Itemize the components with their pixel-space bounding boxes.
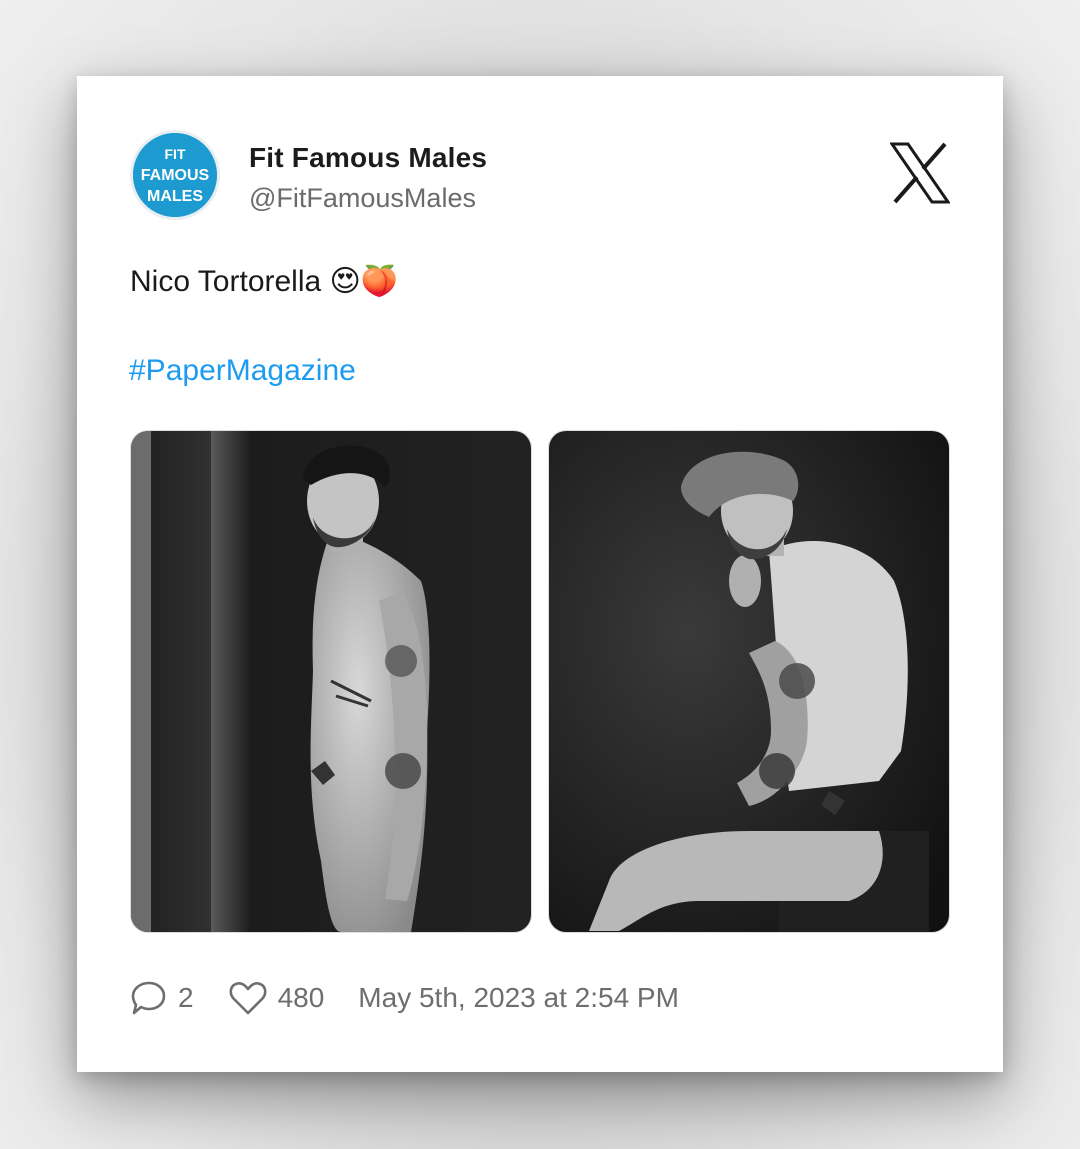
tweet-photo-2[interactable] xyxy=(548,430,950,933)
avatar-line-2: FAMOUS xyxy=(141,167,210,184)
reply-count: 2 xyxy=(178,982,194,1013)
tweet-footer: 2 480 May 5th, 2023 at 2:54 PM xyxy=(130,976,679,1020)
hashtag-link[interactable]: #PaperMagazine xyxy=(129,354,356,388)
avatar-line-3: MALES xyxy=(147,188,203,205)
tweet-body: Nico Tortorella xyxy=(130,265,322,298)
emoji-heart-eyes-peach-icon: 😍🍑 xyxy=(329,265,399,298)
reply-button[interactable]: 2 xyxy=(130,979,194,1017)
x-logo-icon[interactable] xyxy=(889,142,951,204)
display-name[interactable]: Fit Famous Males xyxy=(249,142,487,174)
like-button[interactable]: 480 xyxy=(228,979,325,1017)
tweet-text: Nico Tortorella 😍🍑 xyxy=(130,264,398,299)
photo-standing-figure-icon xyxy=(131,431,531,932)
avatar[interactable]: FIT FAMOUS MALES xyxy=(130,130,220,220)
tweet-photo-1[interactable] xyxy=(130,430,532,933)
tweet-timestamp[interactable]: May 5th, 2023 at 2:54 PM xyxy=(358,982,679,1014)
heart-icon xyxy=(229,982,267,1015)
like-count: 480 xyxy=(277,982,325,1013)
user-handle[interactable]: @FitFamousMales xyxy=(249,183,476,214)
photo-seated-figure-beanie-icon xyxy=(549,431,949,932)
reply-bubble-icon xyxy=(131,981,166,1015)
avatar-line-1: FIT xyxy=(165,146,186,162)
tweet-card: FIT FAMOUS MALES Fit Famous Males @FitFa… xyxy=(77,76,1003,1072)
